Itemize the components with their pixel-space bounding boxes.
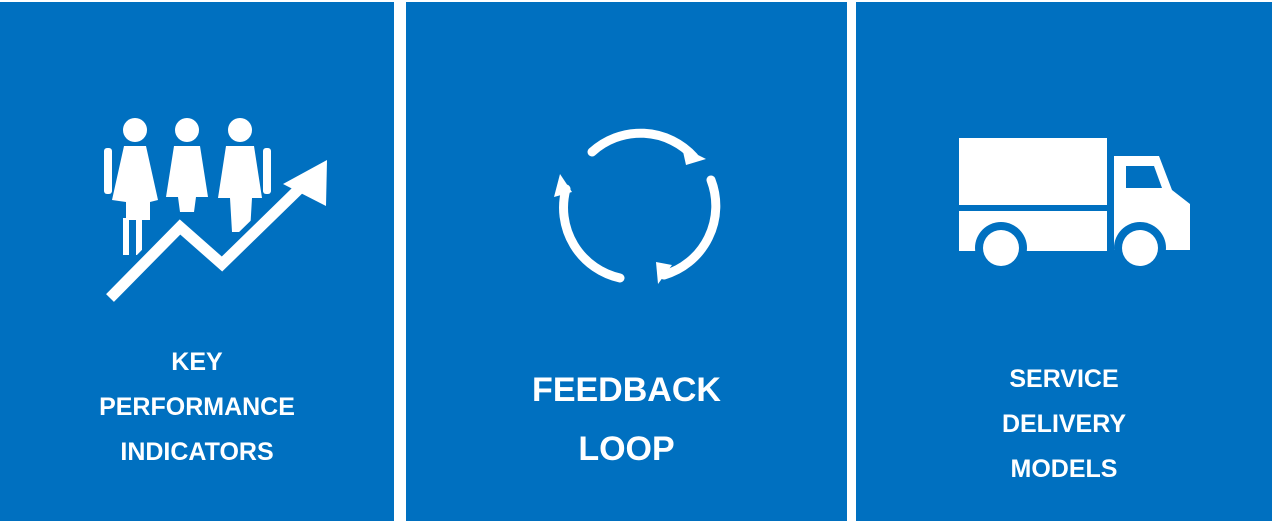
label-line: SERVICE — [1009, 365, 1119, 393]
tile-label: FEEDBACK LOOP — [406, 361, 847, 479]
label-line: DELIVERY — [1001, 410, 1127, 438]
label-line: INDICATORS — [120, 438, 274, 466]
people-growth-arrow-icon — [102, 118, 327, 306]
tile-label: KEY PERFORMANCE INDICATORS — [0, 340, 394, 475]
label-line: LOOP — [578, 430, 675, 468]
delivery-truck-icon — [959, 138, 1190, 274]
label-line: MODELS — [1010, 455, 1118, 483]
tile-feedback-loop: FEEDBACK LOOP — [406, 2, 847, 521]
circular-arrows-icon — [554, 128, 721, 284]
label-line: PERFORMANCE — [99, 393, 295, 421]
label-line: FEEDBACK — [532, 371, 721, 409]
label-line: KEY — [171, 348, 223, 376]
tile-label: SERVICE DELIVERY MODELS — [856, 357, 1272, 492]
tile-service-delivery-models: SERVICE DELIVERY MODELS — [856, 2, 1272, 521]
tile-key-performance-indicators: KEY PERFORMANCE INDICATORS — [0, 2, 394, 521]
